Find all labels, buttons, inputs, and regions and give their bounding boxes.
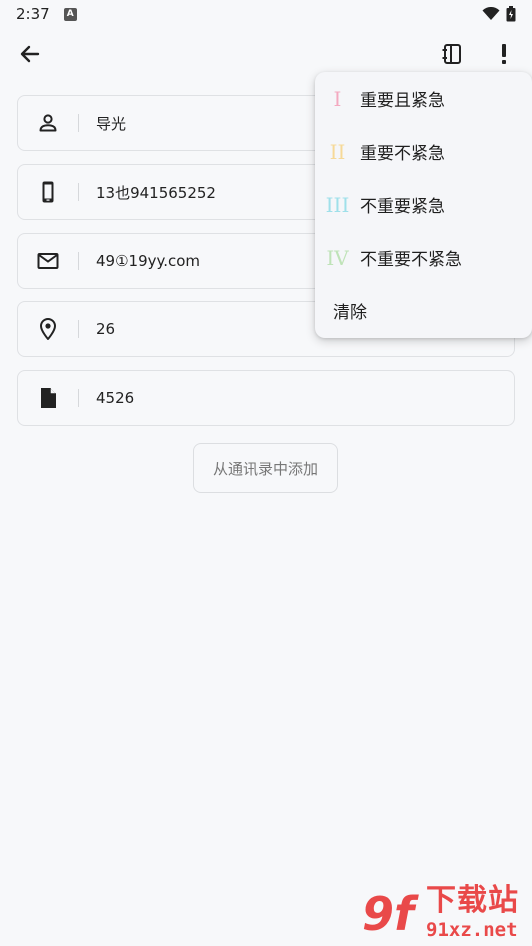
menu-item-not-important-urgent[interactable]: III 不重要紧急 (315, 178, 532, 231)
priority-numeral: I (333, 86, 342, 111)
priority-numeral: III (325, 192, 350, 217)
status-bar: 2:37 A (0, 0, 532, 28)
location-pin-icon (18, 317, 78, 341)
phone-value: 13也941565252 (96, 183, 216, 202)
status-right (482, 6, 516, 22)
priority-icon[interactable] (490, 40, 518, 68)
field-divider (78, 183, 79, 201)
watermark-url: 91xz.net (426, 919, 518, 941)
field-divider (78, 320, 79, 338)
menu-item-label: 重要且紧急 (360, 91, 445, 111)
note-value: 4526 (96, 389, 135, 407)
mail-icon (18, 249, 78, 273)
menu-item-label: 不重要不紧急 (360, 250, 462, 270)
field-divider (78, 252, 79, 270)
menu-item-not-important-not-urgent[interactable]: IV 不重要不紧急 (315, 231, 532, 284)
priority-menu: I 重要且紧急 II 重要不紧急 III 不重要紧急 IV 不重要不紧急 清除 (315, 72, 532, 338)
notification-a-icon: A (63, 7, 77, 21)
field-divider (78, 389, 79, 407)
email-value: 49①19yy.com (96, 252, 201, 270)
watermark-title: 下载站 (426, 883, 519, 918)
document-icon (18, 386, 78, 410)
phone-icon (18, 180, 78, 204)
address-value: 26 (96, 320, 116, 338)
menu-item-label: 清除 (333, 303, 367, 323)
menu-item-label: 不重要紧急 (360, 197, 445, 217)
menu-item-label: 重要不紧急 (360, 144, 445, 164)
menu-item-important-not-urgent[interactable]: II 重要不紧急 (315, 125, 532, 178)
field-divider (78, 114, 79, 132)
name-value: 导光 (96, 114, 127, 133)
contact-book-icon[interactable] (438, 40, 466, 68)
status-time: 2:37 (16, 5, 50, 23)
wifi-icon (482, 7, 500, 20)
site-watermark: 9f 下载站 91xz.net (360, 882, 532, 946)
add-from-contacts-button[interactable]: 从通讯录中添加 (193, 443, 338, 493)
back-arrow-icon[interactable] (16, 40, 44, 68)
menu-item-clear[interactable]: 清除 (315, 284, 532, 337)
note-field[interactable]: 4526 (17, 370, 515, 426)
watermark-logo: 9f (362, 887, 415, 941)
priority-numeral: II (329, 139, 346, 164)
battery-icon (506, 6, 516, 22)
priority-numeral: IV (326, 245, 349, 270)
person-icon (18, 111, 78, 135)
menu-item-important-urgent[interactable]: I 重要且紧急 (315, 72, 532, 125)
